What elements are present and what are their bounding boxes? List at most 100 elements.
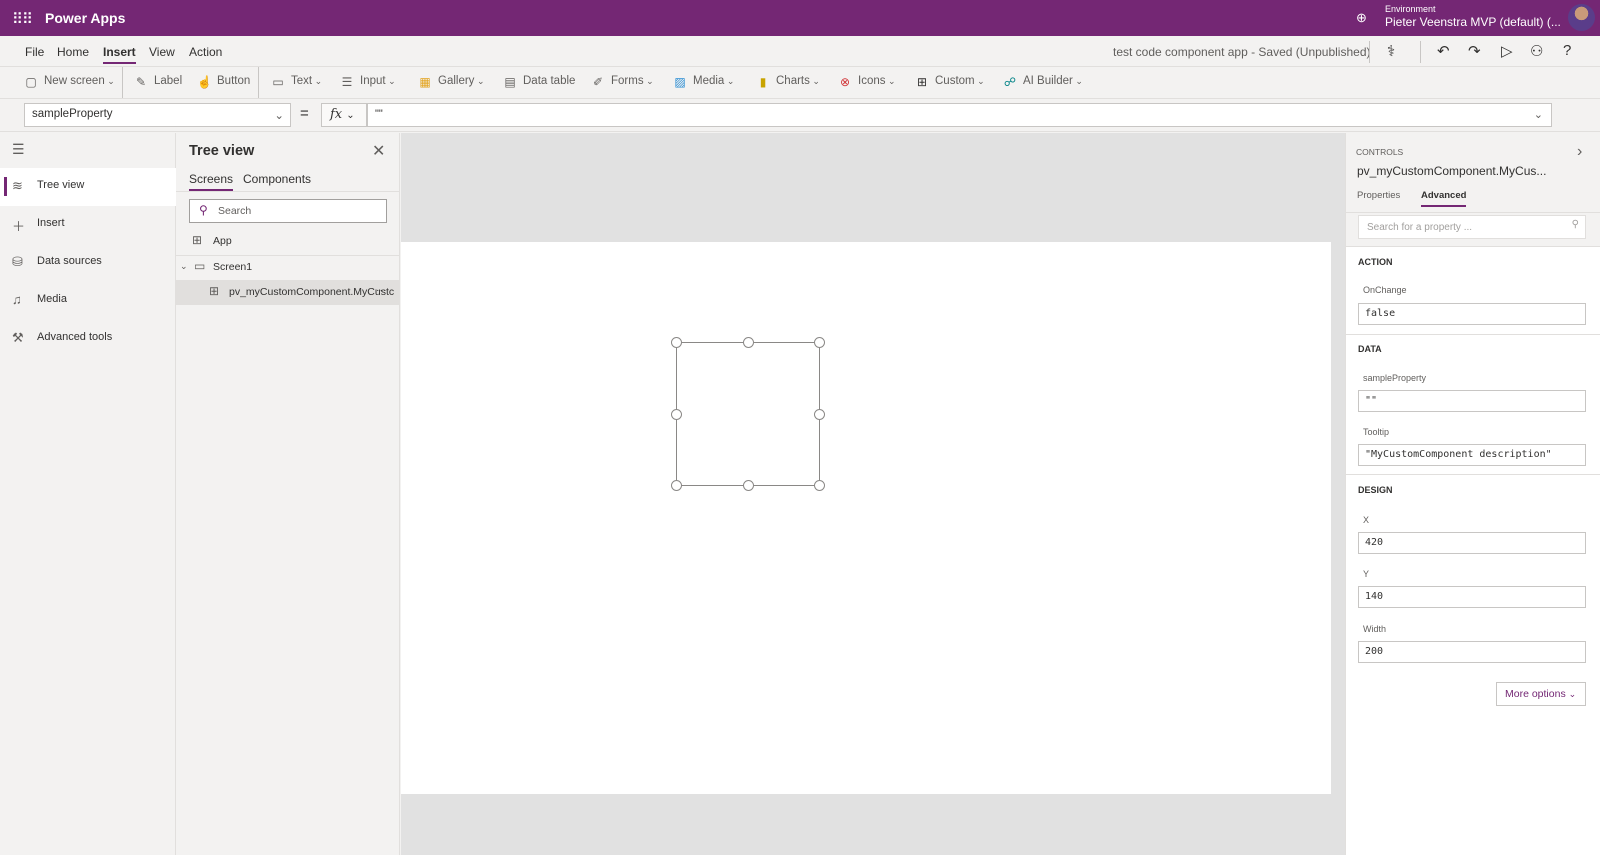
tooltip-input[interactable]: "MyCustomComponent description" xyxy=(1358,444,1586,466)
more-options-icon[interactable]: ··· xyxy=(376,284,387,296)
chevron-down-icon: ⌄ xyxy=(885,76,896,86)
resize-handle[interactable] xyxy=(743,480,754,491)
gallery-icon: ▦ xyxy=(419,75,431,89)
chevron-right-icon[interactable]: › xyxy=(1577,143,1582,161)
undo-icon[interactable]: ↶ xyxy=(1437,42,1450,60)
hamburger-icon[interactable]: ☰ xyxy=(12,141,25,158)
help-icon[interactable]: ? xyxy=(1563,42,1571,59)
sampleproperty-input[interactable]: "" xyxy=(1358,390,1586,412)
ribbon-label: Icons xyxy=(858,75,886,87)
ribbon-label: New screen xyxy=(44,75,105,87)
ribbon-label: Charts xyxy=(776,75,810,87)
environment-label: Environment xyxy=(1385,4,1436,14)
menu-file[interactable]: File xyxy=(25,45,44,59)
ribbon-forms-button[interactable]: ✐ Forms ⌄ xyxy=(591,75,654,89)
ribbon-label: Forms xyxy=(611,75,644,87)
ribbon-label: Media xyxy=(693,75,725,87)
chevron-down-icon: ⌄ xyxy=(385,76,396,86)
screen-canvas[interactable] xyxy=(401,242,1331,794)
ribbon-icons-button[interactable]: ⊗ Icons ⌄ xyxy=(838,75,896,89)
resize-handle[interactable] xyxy=(814,480,825,491)
avatar[interactable] xyxy=(1568,4,1595,31)
resize-handle[interactable] xyxy=(743,337,754,348)
width-input[interactable]: 200 xyxy=(1358,641,1586,663)
app-checker-icon[interactable]: ⚕ xyxy=(1387,42,1395,60)
tab-components[interactable]: Components xyxy=(243,172,311,186)
ribbon-custom-button[interactable]: ⊞ Custom ⌄ xyxy=(915,75,985,89)
ribbon-input-button[interactable]: ☰ Input ⌄ xyxy=(340,75,396,89)
ribbon-button-button[interactable]: ☝ Button xyxy=(197,75,251,89)
ribbon-media-button[interactable]: ▨ Media ⌄ xyxy=(673,75,734,89)
ribbon-charts-button[interactable]: ▮ Charts ⌄ xyxy=(756,75,820,89)
ribbon-text-button[interactable]: ▭ Text ⌄ xyxy=(271,75,322,89)
more-options-button[interactable]: More options ⌄ xyxy=(1496,682,1586,706)
tab-screens[interactable]: Screens xyxy=(189,172,234,191)
nav-data-sources[interactable]: ⛁ Data sources xyxy=(0,244,176,282)
x-label: X xyxy=(1363,515,1370,525)
chevron-down-icon[interactable]: ⌄ xyxy=(1534,108,1543,121)
chevron-down-icon: ⌄ xyxy=(643,76,654,86)
tree-search-input[interactable]: ⚲ Search xyxy=(189,199,387,223)
ribbon-label-button[interactable]: ✎ Label xyxy=(134,75,182,89)
nav-tree-view[interactable]: ≋ Tree view xyxy=(0,168,176,206)
ribbon-new-screen-button[interactable]: ▢ New screen ⌄ xyxy=(24,75,114,89)
property-dropdown[interactable]: sampleProperty ⌄ xyxy=(24,103,291,127)
app-launcher-icon[interactable]: ⠿⠿ xyxy=(12,10,33,28)
share-user-icon[interactable]: ⚇ xyxy=(1530,42,1543,60)
property-search-input[interactable]: Search for a property ... ⚲ xyxy=(1358,215,1586,239)
divider xyxy=(1420,41,1421,63)
menu-action[interactable]: Action xyxy=(189,45,222,59)
resize-handle[interactable] xyxy=(814,409,825,420)
divider xyxy=(258,67,259,98)
nav-media[interactable]: ♫ Media xyxy=(0,282,176,320)
formula-input[interactable]: "" ⌄ xyxy=(367,103,1552,127)
environment-icon[interactable]: ⊕ xyxy=(1356,10,1367,26)
media-icon: ▨ xyxy=(674,75,686,89)
ribbon-label: Button xyxy=(217,75,251,87)
x-input[interactable]: 420 xyxy=(1358,532,1586,554)
nav-advanced-tools[interactable]: ⚒ Advanced tools xyxy=(0,320,176,358)
tree-item-app[interactable]: ⊞ App xyxy=(176,229,400,254)
ribbon-ai-builder-button[interactable]: ☍ AI Builder ⌄ xyxy=(1003,75,1083,89)
close-icon[interactable]: ✕ xyxy=(372,141,385,161)
tab-properties[interactable]: Properties xyxy=(1357,190,1400,201)
screen-icon: ▭ xyxy=(194,259,206,273)
ribbon-label: Gallery xyxy=(438,75,475,87)
resize-handle[interactable] xyxy=(814,337,825,348)
menu-home[interactable]: Home xyxy=(57,45,89,59)
resize-handle[interactable] xyxy=(671,480,682,491)
resize-handle[interactable] xyxy=(671,337,682,348)
sampleproperty-label: sampleProperty xyxy=(1363,373,1427,383)
ribbon-data-table-button[interactable]: ▤ Data table xyxy=(503,75,575,89)
fx-icon: fx xyxy=(330,107,343,122)
menu-view[interactable]: View xyxy=(149,45,175,59)
chevron-down-icon[interactable]: ⌄ xyxy=(180,261,188,272)
selected-custom-component[interactable] xyxy=(671,337,825,491)
resize-handle[interactable] xyxy=(671,409,682,420)
tree-item-screen1[interactable]: ⌄ ▭ Screen1 xyxy=(176,255,400,280)
ai-builder-icon: ☍ xyxy=(1003,75,1017,89)
environment-name[interactable]: Pieter Veenstra MVP (default) (... xyxy=(1385,15,1561,29)
properties-panel: CONTROLS › pv_myCustomComponent.MyCus...… xyxy=(1345,133,1600,855)
property-value: sampleProperty xyxy=(32,108,113,120)
menu-insert[interactable]: Insert xyxy=(103,45,136,64)
save-status: test code component app - Saved (Unpubli… xyxy=(1113,45,1371,59)
chevron-down-icon: ⌄ xyxy=(1568,689,1577,699)
tree-item-component[interactable]: ⊞ pv_myCustomComponent.MyCustc ··· xyxy=(176,280,400,305)
left-nav: ☰ ≋ Tree view ＋ Insert ⛁ Data sources ♫ Medi… xyxy=(0,133,176,855)
nav-insert[interactable]: ＋ Insert xyxy=(0,206,176,244)
fx-button[interactable]: fx ⌄ xyxy=(321,103,367,127)
tab-advanced[interactable]: Advanced xyxy=(1421,190,1467,207)
canvas-area xyxy=(401,133,1345,855)
panel-header: CONTROLS › pv_myCustomComponent.MyCus...… xyxy=(1346,133,1600,213)
section-data: DATA xyxy=(1358,344,1382,354)
control-name: pv_myCustomComponent.MyCus... xyxy=(1357,164,1547,178)
ribbon-gallery-button[interactable]: ▦ Gallery ⌄ xyxy=(418,75,484,89)
y-input[interactable]: 140 xyxy=(1358,586,1586,608)
redo-icon[interactable]: ↷ xyxy=(1468,42,1481,60)
charts-icon: ▮ xyxy=(759,75,767,89)
input-icon: ☰ xyxy=(341,75,353,89)
onchange-input[interactable]: false xyxy=(1358,303,1586,325)
play-icon[interactable]: ▷ xyxy=(1501,42,1513,60)
nav-label: Tree view xyxy=(37,179,85,191)
